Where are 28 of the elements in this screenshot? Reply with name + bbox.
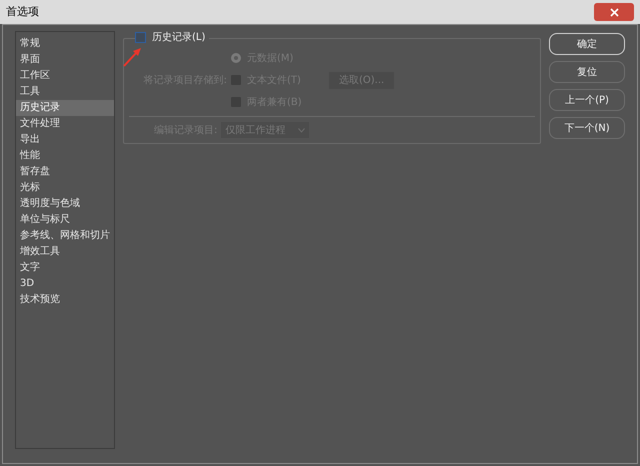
sidebar-item[interactable]: 文件处理 <box>16 116 114 132</box>
annotation-arrow <box>122 46 144 68</box>
dialog-button[interactable]: 下一个(N) <box>549 117 625 139</box>
sidebar-item[interactable]: 常规 <box>16 36 114 52</box>
sidebar-item[interactable]: 透明度与色域 <box>16 196 114 212</box>
sidebar-item[interactable]: 历史记录 <box>16 100 114 116</box>
close-icon <box>610 8 618 16</box>
sidebar-item[interactable]: 工具 <box>16 84 114 100</box>
sidebar-item[interactable]: 光标 <box>16 180 114 196</box>
sidebar-item[interactable]: 导出 <box>16 132 114 148</box>
sidebar-item[interactable]: 界面 <box>16 52 114 68</box>
sidebar-item[interactable]: 单位与标尺 <box>16 212 114 228</box>
sidebar-item[interactable]: 参考线、网格和切片 <box>16 228 114 244</box>
dialog-button[interactable]: 复位 <box>549 61 625 83</box>
chevron-down-icon <box>298 128 306 132</box>
sidebar-item[interactable]: 性能 <box>16 148 114 164</box>
window-title: 首选项 <box>6 4 39 20</box>
history-checkbox[interactable] <box>135 32 146 43</box>
dialog-button[interactable]: 上一个(P) <box>549 89 625 111</box>
sidebar-item[interactable]: 技术预览 <box>16 292 114 308</box>
sidebar-item[interactable]: 增效工具 <box>16 244 114 260</box>
sidebar-item[interactable]: 文字 <box>16 260 114 276</box>
close-button[interactable] <box>594 3 634 21</box>
history-label: 历史记录(L) <box>152 30 206 45</box>
sidebar-item[interactable]: 暂存盘 <box>16 164 114 180</box>
dialog-button[interactable]: 确定 <box>549 33 625 55</box>
sidebar-item[interactable]: 工作区 <box>16 68 114 84</box>
sidebar-item[interactable]: 3D <box>16 276 114 292</box>
